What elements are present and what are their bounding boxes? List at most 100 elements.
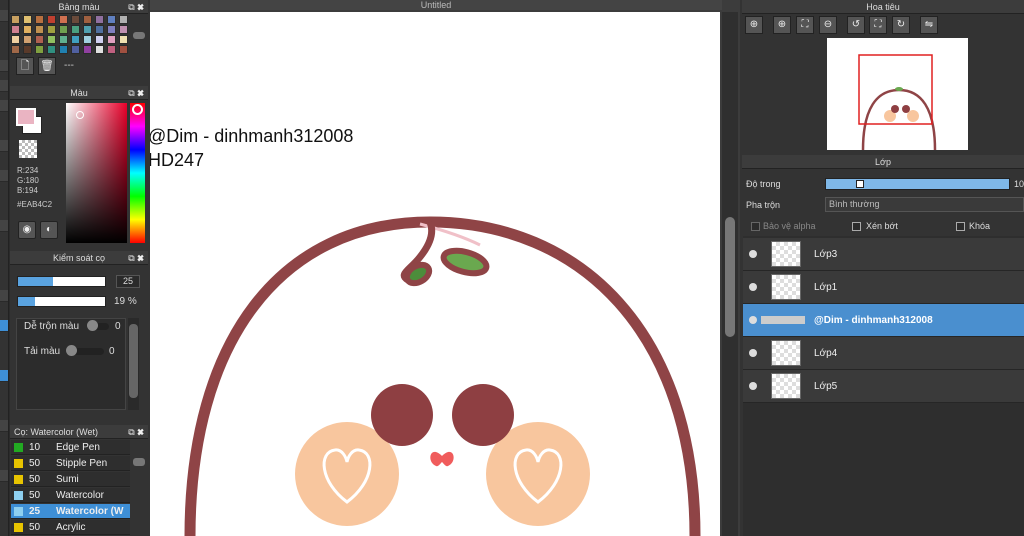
rotate-left-icon[interactable]: ↺ bbox=[847, 16, 865, 34]
brush-size-value[interactable]: 25 bbox=[116, 275, 140, 288]
brush-item[interactable]: 50 Sumi bbox=[11, 472, 130, 487]
brush-item[interactable]: 10 Edge Pen bbox=[11, 440, 130, 455]
palette-swatch[interactable] bbox=[47, 45, 56, 54]
panel-float-close-icons[interactable]: ⧉ ✖ bbox=[128, 86, 144, 100]
zoom-in-icon[interactable]: ⊕ bbox=[773, 16, 791, 34]
tool-button[interactable] bbox=[0, 60, 8, 72]
palette-swatch[interactable] bbox=[119, 35, 128, 44]
protect-alpha-checkbox[interactable] bbox=[751, 222, 760, 231]
palette-swatch[interactable] bbox=[59, 45, 68, 54]
rotate-right-icon[interactable]: ↻ bbox=[892, 16, 910, 34]
palette-swatch[interactable] bbox=[47, 25, 56, 34]
layer-row[interactable]: Lớp3 bbox=[743, 238, 1024, 271]
palette-swatch[interactable] bbox=[83, 25, 92, 34]
palette-swatch[interactable] bbox=[59, 15, 68, 24]
visibility-eye-icon[interactable] bbox=[749, 250, 757, 258]
scrollbar-thumb[interactable] bbox=[129, 324, 138, 398]
delete-palette-icon[interactable]: 🗑 bbox=[38, 57, 56, 75]
blend-slider-knob[interactable] bbox=[87, 320, 98, 331]
layer-row[interactable]: @Dim - dinhmanh312008 bbox=[743, 304, 1024, 337]
palette-picker-icon[interactable]: ◉ bbox=[18, 221, 36, 239]
palette-swatch[interactable] bbox=[107, 25, 116, 34]
palette-swatch[interactable] bbox=[11, 15, 20, 24]
palette-swatch[interactable] bbox=[119, 45, 128, 54]
brush-list-scroll-knob[interactable] bbox=[133, 458, 145, 466]
palette-swatch[interactable] bbox=[59, 25, 68, 34]
eyedropper-icon[interactable]: ◐ bbox=[40, 221, 58, 239]
hue-slider-handle[interactable] bbox=[132, 104, 143, 115]
palette-swatch[interactable] bbox=[95, 35, 104, 44]
palette-swatch[interactable] bbox=[119, 25, 128, 34]
foreground-color-swatch[interactable] bbox=[16, 108, 36, 126]
saturation-value-picker[interactable] bbox=[66, 103, 127, 243]
brush-item[interactable]: 50 Stipple Pen bbox=[11, 456, 130, 471]
palette-swatch[interactable] bbox=[35, 25, 44, 34]
fit-window-icon[interactable]: ⛶ bbox=[869, 16, 887, 34]
blend-slider[interactable] bbox=[87, 320, 109, 331]
zoom-out-icon[interactable]: ⊖ bbox=[819, 16, 837, 34]
palette-scroll-knob[interactable] bbox=[133, 32, 145, 39]
layer-opacity-knob[interactable] bbox=[856, 180, 864, 188]
layer-opacity-slider[interactable] bbox=[825, 178, 1010, 190]
brush-opacity-slider[interactable] bbox=[17, 296, 106, 307]
palette-swatch[interactable] bbox=[71, 25, 80, 34]
reload-slider-knob[interactable] bbox=[66, 345, 77, 356]
palette-swatch[interactable] bbox=[83, 15, 92, 24]
palette-swatch[interactable] bbox=[83, 35, 92, 44]
layer-row[interactable]: Lớp1 bbox=[743, 271, 1024, 304]
palette-swatch[interactable] bbox=[71, 35, 80, 44]
navigator-preview[interactable] bbox=[827, 38, 968, 150]
brush-item[interactable]: 50 Acrylic bbox=[11, 520, 130, 535]
clipping-checkbox[interactable] bbox=[852, 222, 861, 231]
palette-swatch[interactable] bbox=[107, 15, 116, 24]
panel-float-close-icons[interactable]: ⧉ ✖ bbox=[128, 0, 144, 14]
reload-slider[interactable] bbox=[66, 345, 104, 356]
hue-slider[interactable] bbox=[130, 103, 145, 243]
zoom-fit-icon[interactable]: ⊕ bbox=[745, 16, 763, 34]
palette-swatch[interactable] bbox=[107, 35, 116, 44]
palette-swatch[interactable] bbox=[71, 15, 80, 24]
palette-swatch[interactable] bbox=[95, 45, 104, 54]
tool-button[interactable] bbox=[0, 220, 8, 232]
palette-swatch[interactable] bbox=[35, 35, 44, 44]
transparent-color-swatch[interactable] bbox=[19, 140, 37, 158]
palette-swatch[interactable] bbox=[47, 15, 56, 24]
brush-control-scrollbar[interactable] bbox=[128, 318, 139, 410]
canvas-tab[interactable]: Untitled bbox=[150, 0, 722, 10]
panel-float-close-icons[interactable]: ⧉ ✖ bbox=[128, 425, 144, 439]
visibility-eye-icon[interactable] bbox=[749, 316, 757, 324]
tool-button[interactable] bbox=[0, 100, 8, 112]
panel-float-close-icons[interactable]: ⧉ ✖ bbox=[128, 251, 144, 265]
canvas-scrollbar[interactable] bbox=[722, 12, 738, 536]
blend-mode-select[interactable]: Bình thường bbox=[825, 197, 1024, 212]
tool-button-active[interactable] bbox=[0, 320, 8, 332]
palette-swatch[interactable] bbox=[11, 25, 20, 34]
palette-swatch[interactable] bbox=[71, 45, 80, 54]
tool-button[interactable] bbox=[0, 170, 8, 182]
brush-item[interactable]: 50 Watercolor bbox=[11, 488, 130, 503]
palette-swatch[interactable] bbox=[11, 35, 20, 44]
palette-swatch[interactable] bbox=[95, 25, 104, 34]
palette-swatch[interactable] bbox=[59, 35, 68, 44]
palette-swatch[interactable] bbox=[35, 45, 44, 54]
canvas-scrollbar-thumb[interactable] bbox=[725, 217, 735, 337]
tool-button[interactable] bbox=[0, 140, 8, 152]
flip-icon[interactable]: ⇋ bbox=[920, 16, 938, 34]
palette-swatch[interactable] bbox=[83, 45, 92, 54]
brush-item[interactable]: 25 Watercolor (W bbox=[11, 504, 130, 519]
tool-button[interactable] bbox=[0, 290, 8, 302]
palette-swatch[interactable] bbox=[95, 15, 104, 24]
visibility-eye-icon[interactable] bbox=[749, 382, 757, 390]
palette-swatch[interactable] bbox=[23, 15, 32, 24]
palette-swatch[interactable] bbox=[23, 35, 32, 44]
color-picker-cursor[interactable] bbox=[76, 111, 84, 119]
tool-button[interactable] bbox=[0, 470, 8, 482]
palette-swatch[interactable] bbox=[119, 15, 128, 24]
tool-button[interactable] bbox=[0, 80, 8, 92]
palette-swatch[interactable] bbox=[11, 45, 20, 54]
palette-swatch[interactable] bbox=[35, 15, 44, 24]
tool-button[interactable] bbox=[0, 420, 8, 432]
tool-button-selected[interactable] bbox=[0, 370, 8, 382]
layer-row[interactable]: Lớp4 bbox=[743, 337, 1024, 370]
palette-swatch[interactable] bbox=[47, 35, 56, 44]
